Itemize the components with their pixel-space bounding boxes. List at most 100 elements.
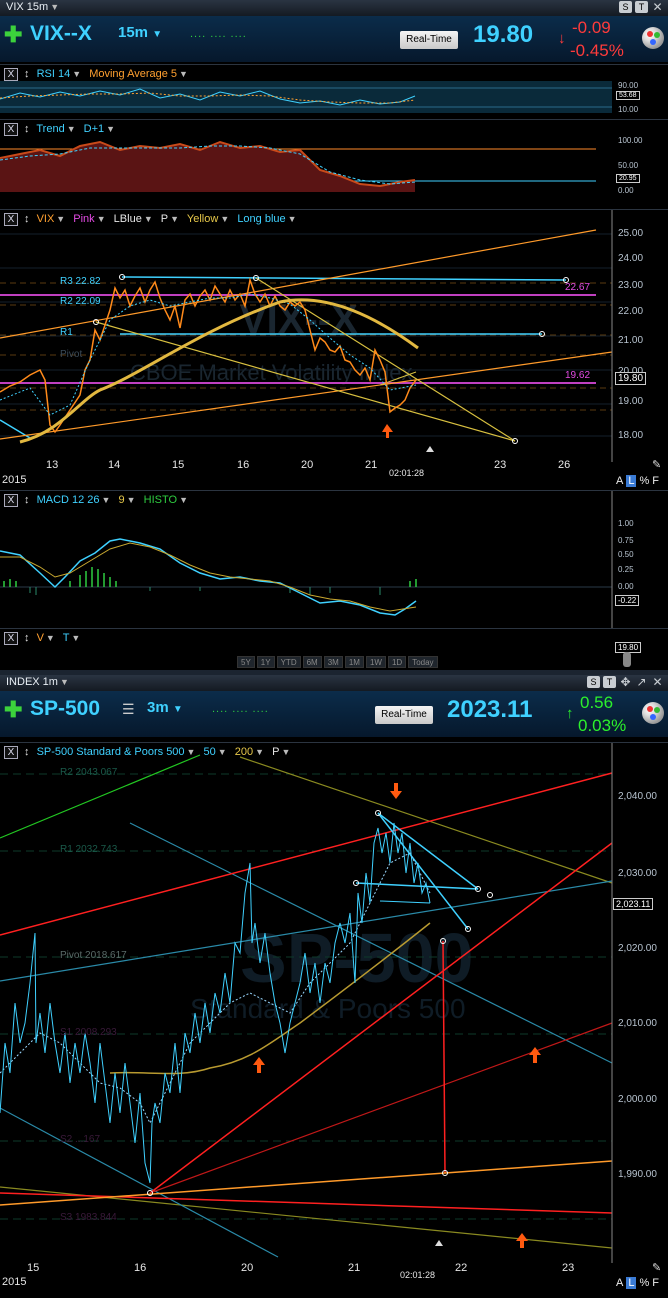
chevron-down-icon[interactable]: ▼ [72, 69, 81, 79]
palette-icon[interactable] [642, 702, 664, 724]
x-label: 16 [134, 1262, 147, 1274]
auto-scale-option[interactable]: A [616, 1277, 623, 1289]
close-panel-icon[interactable]: X [4, 68, 18, 81]
chevron-down-icon[interactable]: ▼ [127, 495, 136, 505]
trend-d1-label[interactable]: D+1 [84, 123, 105, 135]
close-icon[interactable]: ✕ [651, 676, 664, 688]
rsi-label[interactable]: RSI 14 [37, 68, 71, 80]
sort-icon[interactable]: ↕ [24, 213, 30, 225]
template-icon[interactable]: T [603, 676, 616, 688]
spx-window-titlebar[interactable]: INDEX 1m ▼ S T ✥ ↗ ✕ [0, 675, 668, 691]
scroll-handle[interactable] [623, 652, 631, 667]
palette-icon[interactable] [642, 27, 664, 49]
spx-window-title[interactable]: INDEX 1m [6, 676, 58, 688]
legend-p[interactable]: P [161, 213, 168, 225]
fit-scale-option[interactable]: F [652, 475, 659, 487]
sync-icon[interactable]: S [587, 676, 600, 688]
linear-scale-option[interactable]: L [626, 475, 637, 487]
sync-icon[interactable]: S [619, 1, 632, 13]
vix-window-title[interactable]: VIX 15m [6, 1, 48, 13]
vix-symbol[interactable]: VIX--X [30, 22, 92, 46]
range-3m[interactable]: 3M [323, 656, 343, 668]
sort-icon[interactable]: ↕ [24, 632, 30, 644]
draw-tool-icon[interactable]: ✎ [652, 458, 661, 471]
macd-histo[interactable]: HISTO [144, 494, 177, 506]
volume-v-label[interactable]: V [37, 632, 44, 644]
x-label: 21 [365, 459, 378, 471]
chevron-down-icon[interactable]: ▼ [144, 214, 153, 224]
range-ytd[interactable]: YTD [276, 656, 301, 668]
spx-symbol[interactable]: SP-500 [30, 697, 100, 721]
chevron-down-icon[interactable]: ▼ [218, 747, 227, 757]
spx-legend-ma200[interactable]: 200 [235, 746, 253, 758]
range-1d[interactable]: 1D [387, 656, 407, 668]
vix-interval-select[interactable]: 15m ▼ [118, 24, 162, 41]
chevron-down-icon[interactable]: ▼ [67, 124, 76, 134]
add-symbol-icon[interactable]: ✚ [4, 24, 22, 46]
close-panel-icon[interactable]: X [4, 494, 18, 507]
range-5y[interactable]: 5Y [237, 656, 255, 668]
legend-yellow[interactable]: Yellow [187, 213, 218, 225]
percent-scale-option[interactable]: % [639, 1277, 649, 1289]
range-1w[interactable]: 1W [365, 656, 386, 668]
range-1m[interactable]: 1M [344, 656, 364, 668]
volume-t-label[interactable]: T [63, 632, 70, 644]
legend-vix[interactable]: VIX [37, 213, 55, 225]
legend-long-blue[interactable]: Long blue [237, 213, 285, 225]
chevron-down-icon[interactable]: ▼ [179, 69, 188, 79]
legend-lblue[interactable]: LBlue [114, 213, 142, 225]
spx-realtime-button[interactable]: Real-Time [375, 706, 433, 724]
maximize-icon[interactable]: ↗ [635, 676, 648, 688]
chevron-down-icon[interactable]: ▼ [255, 747, 264, 757]
close-panel-icon[interactable]: X [4, 632, 18, 645]
range-1y[interactable]: 1Y [256, 656, 275, 668]
chevron-down-icon[interactable]: ▼ [97, 214, 106, 224]
chevron-down-icon[interactable]: ▼ [170, 214, 179, 224]
sort-icon[interactable]: ↕ [24, 123, 30, 135]
chevron-down-icon[interactable]: ▼ [288, 214, 297, 224]
sort-icon[interactable]: ↕ [24, 494, 30, 506]
list-icon[interactable]: ☰ [122, 701, 135, 718]
close-panel-icon[interactable]: X [4, 213, 18, 226]
trend-label[interactable]: Trend [36, 123, 64, 135]
fit-scale-option[interactable]: F [652, 1277, 659, 1289]
vix-tick: 25.00 [618, 228, 644, 239]
sort-icon[interactable]: ↕ [24, 68, 30, 80]
rsi-ma-label[interactable]: Moving Average 5 [89, 68, 177, 80]
close-panel-icon[interactable]: X [4, 123, 18, 136]
pivot-level: Pivot [60, 349, 83, 360]
macd-label[interactable]: MACD 12 26 [37, 494, 100, 506]
template-icon[interactable]: T [635, 1, 648, 13]
linear-scale-option[interactable]: L [626, 1277, 637, 1289]
close-icon[interactable]: ✕ [651, 1, 664, 13]
vix-window-titlebar[interactable]: VIX 15m ▼ S T ✕ [0, 0, 668, 16]
close-panel-icon[interactable]: X [4, 746, 18, 759]
macd-signal[interactable]: 9 [119, 494, 125, 506]
percent-scale-option[interactable]: % [639, 475, 649, 487]
chevron-down-icon[interactable]: ▼ [56, 214, 65, 224]
spx-legend-name[interactable]: SP-500 Standard & Poors 500 [37, 746, 185, 758]
macd-tick: 0.25 [618, 565, 634, 574]
legend-pink[interactable]: Pink [73, 213, 94, 225]
add-symbol-icon[interactable]: ✚ [4, 699, 22, 721]
vix-realtime-button[interactable]: Real-Time [400, 31, 458, 49]
spx-legend-p[interactable]: P [272, 746, 279, 758]
chevron-down-icon[interactable]: ▼ [46, 633, 55, 643]
range-today[interactable]: Today [408, 656, 438, 668]
move-icon[interactable]: ✥ [619, 676, 632, 688]
range-6m[interactable]: 6M [302, 656, 322, 668]
s3-level: S3 1983.844 [60, 1212, 117, 1223]
chevron-down-icon[interactable]: ▼ [281, 747, 290, 757]
spx-interval-select[interactable]: 3m ▼ [147, 699, 183, 716]
chevron-down-icon[interactable]: ▼ [71, 633, 80, 643]
chevron-down-icon[interactable]: ▼ [220, 214, 229, 224]
chevron-down-icon[interactable]: ▼ [187, 747, 196, 757]
chevron-down-icon[interactable]: ▼ [102, 495, 111, 505]
chevron-down-icon[interactable]: ▼ [106, 124, 115, 134]
chevron-down-icon[interactable]: ▼ [179, 495, 188, 505]
draw-tool-icon[interactable]: ✎ [652, 1261, 661, 1274]
spx-legend-ma50[interactable]: 50 [204, 746, 216, 758]
pink-lower-value: 19.62 [565, 370, 591, 381]
auto-scale-option[interactable]: A [616, 475, 623, 487]
sort-icon[interactable]: ↕ [24, 746, 30, 758]
